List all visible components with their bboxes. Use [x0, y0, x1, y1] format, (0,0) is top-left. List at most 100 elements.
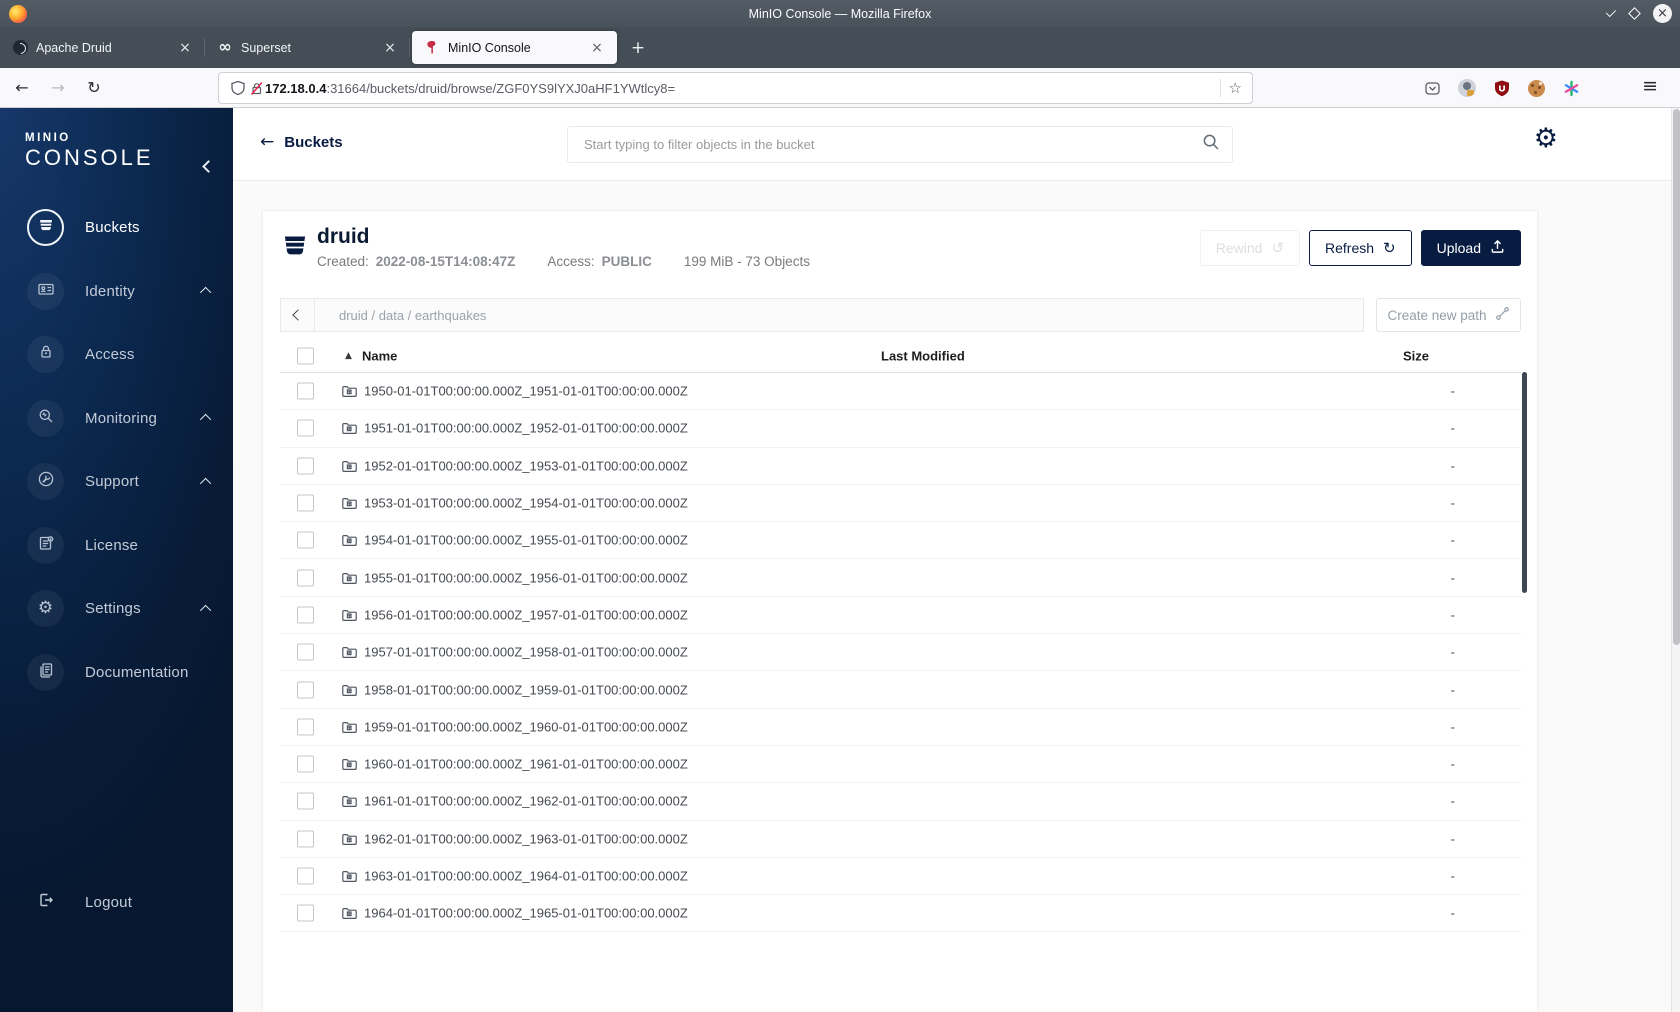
row-checkbox[interactable]: [297, 681, 314, 699]
table-row[interactable]: 1960-01-01T00:00:00.000Z_1961-01-01T00:0…: [280, 746, 1521, 784]
sidebar-item-access[interactable]: Access: [0, 323, 233, 387]
sidebar-item-identity[interactable]: Identity: [0, 260, 233, 324]
chevron-up-icon[interactable]: [199, 414, 212, 426]
column-header-size[interactable]: Size: [1403, 349, 1429, 364]
table-row[interactable]: 1957-01-01T00:00:00.000Z_1958-01-01T00:0…: [280, 634, 1521, 672]
page-scrollbar[interactable]: [1671, 108, 1680, 1012]
row-checkbox[interactable]: [297, 457, 314, 475]
window-close-icon[interactable]: ×: [1653, 4, 1672, 23]
row-checkbox[interactable]: [297, 606, 314, 624]
object-name[interactable]: 1951-01-01T00:00:00.000Z_1952-01-01T00:0…: [364, 421, 688, 436]
object-name[interactable]: 1958-01-01T00:00:00.000Z_1959-01-01T00:0…: [364, 682, 688, 697]
url-bar[interactable]: 172.18.0.4:31664/buckets/druid/browse/ZG…: [218, 72, 1253, 104]
tab-close-icon[interactable]: ×: [175, 38, 195, 58]
row-checkbox[interactable]: [297, 718, 314, 736]
table-row[interactable]: 1961-01-01T00:00:00.000Z_1962-01-01T00:0…: [280, 783, 1521, 821]
column-header-name[interactable]: Name: [362, 349, 397, 364]
cookie-icon[interactable]: [1528, 79, 1545, 97]
table-row[interactable]: 1953-01-01T00:00:00.000Z_1954-01-01T00:0…: [280, 485, 1521, 523]
tab-close-icon[interactable]: ×: [587, 38, 607, 58]
object-name[interactable]: 1962-01-01T00:00:00.000Z_1963-01-01T00:0…: [364, 831, 688, 846]
row-checkbox[interactable]: [297, 830, 314, 848]
table-row[interactable]: 1964-01-01T00:00:00.000Z_1965-01-01T00:0…: [280, 895, 1521, 933]
object-name[interactable]: 1964-01-01T00:00:00.000Z_1965-01-01T00:0…: [364, 906, 688, 921]
tab-superset[interactable]: ∞ Superset ×: [205, 27, 410, 68]
sidebar-item-support[interactable]: Support: [0, 450, 233, 514]
object-name[interactable]: 1956-01-01T00:00:00.000Z_1957-01-01T00:0…: [364, 607, 688, 622]
table-row[interactable]: 1954-01-01T00:00:00.000Z_1955-01-01T00:0…: [280, 522, 1521, 560]
row-checkbox[interactable]: [297, 569, 314, 587]
row-checkbox[interactable]: [297, 792, 314, 810]
tab-minio-console[interactable]: MinIO Console ×: [412, 31, 617, 64]
url-text[interactable]: 172.18.0.4:31664/buckets/druid/browse/ZG…: [265, 81, 1212, 96]
table-row[interactable]: 1950-01-01T00:00:00.000Z_1951-01-01T00:0…: [280, 373, 1521, 411]
new-tab-button[interactable]: +: [625, 35, 651, 61]
row-checkbox[interactable]: [297, 419, 314, 437]
chevron-up-icon[interactable]: [199, 477, 212, 489]
table-row[interactable]: 1963-01-01T00:00:00.000Z_1964-01-01T00:0…: [280, 858, 1521, 896]
tab-close-icon[interactable]: ×: [380, 38, 400, 58]
row-checkbox[interactable]: [297, 643, 314, 661]
wrench-icon: [37, 470, 55, 493]
window-maximize-icon[interactable]: [1628, 7, 1641, 20]
upload-button[interactable]: Upload: [1420, 230, 1521, 266]
object-name[interactable]: 1950-01-01T00:00:00.000Z_1951-01-01T00:0…: [364, 384, 688, 399]
object-name[interactable]: 1957-01-01T00:00:00.000Z_1958-01-01T00:0…: [364, 645, 688, 660]
object-filter-input[interactable]: [584, 137, 1202, 152]
account-icon[interactable]: [1458, 79, 1476, 97]
table-row[interactable]: 1956-01-01T00:00:00.000Z_1957-01-01T00:0…: [280, 597, 1521, 635]
bookmark-star-icon[interactable]: ☆: [1229, 79, 1242, 97]
table-scrollbar-thumb[interactable]: [1522, 372, 1527, 593]
menu-hamburger-icon[interactable]: ≡: [1642, 75, 1658, 97]
forward-button[interactable]: →: [44, 74, 72, 102]
object-name[interactable]: 1952-01-01T00:00:00.000Z_1953-01-01T00:0…: [364, 458, 688, 473]
window-minimize-icon[interactable]: [1605, 6, 1617, 18]
colorful-asterisk-icon[interactable]: [1562, 79, 1580, 97]
back-to-buckets[interactable]: ← Buckets: [260, 132, 343, 152]
sidebar-item-documentation[interactable]: Documentation: [0, 641, 233, 705]
table-row[interactable]: 1951-01-01T00:00:00.000Z_1952-01-01T00:0…: [280, 410, 1521, 448]
chevron-up-icon[interactable]: [199, 287, 212, 299]
object-name[interactable]: 1963-01-01T00:00:00.000Z_1964-01-01T00:0…: [364, 869, 688, 884]
select-all-checkbox[interactable]: [297, 347, 314, 365]
object-name[interactable]: 1955-01-01T00:00:00.000Z_1956-01-01T00:0…: [364, 570, 688, 585]
reload-button[interactable]: ↻: [80, 74, 108, 102]
table-row[interactable]: 1952-01-01T00:00:00.000Z_1953-01-01T00:0…: [280, 448, 1521, 485]
sidebar-item-license[interactable]: License: [0, 514, 233, 578]
row-checkbox[interactable]: [297, 904, 314, 922]
tracking-shield-icon[interactable]: [229, 79, 247, 97]
back-button[interactable]: ←: [8, 74, 36, 102]
sidebar-item-monitoring[interactable]: Monitoring: [0, 387, 233, 451]
row-checkbox[interactable]: [297, 755, 314, 773]
settings-gear-icon[interactable]: ⚙: [1534, 125, 1558, 152]
object-name[interactable]: 1959-01-01T00:00:00.000Z_1960-01-01T00:0…: [364, 719, 688, 734]
ublock-shield-icon[interactable]: [1493, 79, 1511, 97]
table-row[interactable]: 1959-01-01T00:00:00.000Z_1960-01-01T00:0…: [280, 709, 1521, 746]
tab-apache-druid[interactable]: Apache Druid ×: [0, 27, 205, 68]
rewind-button[interactable]: Rewind ↺: [1199, 230, 1301, 266]
refresh-button[interactable]: Refresh ↻: [1309, 230, 1412, 266]
row-checkbox[interactable]: [297, 867, 314, 885]
object-name[interactable]: 1954-01-01T00:00:00.000Z_1955-01-01T00:0…: [364, 533, 688, 548]
table-row[interactable]: 1958-01-01T00:00:00.000Z_1959-01-01T00:0…: [280, 671, 1521, 709]
breadcrumb[interactable]: druid / data / earthquakes: [339, 308, 486, 323]
path-back-button[interactable]: [281, 299, 315, 331]
row-checkbox[interactable]: [297, 494, 314, 512]
sidebar-item-buckets[interactable]: Buckets: [0, 196, 233, 260]
object-name[interactable]: 1953-01-01T00:00:00.000Z_1954-01-01T00:0…: [364, 496, 688, 511]
object-name[interactable]: 1961-01-01T00:00:00.000Z_1962-01-01T00:0…: [364, 794, 688, 809]
create-new-path-button[interactable]: Create new path: [1376, 298, 1521, 332]
sidebar-item-settings[interactable]: ⚙ Settings: [0, 577, 233, 641]
column-header-last-modified[interactable]: Last Modified: [881, 349, 965, 364]
page-scrollbar-thumb[interactable]: [1673, 109, 1680, 645]
table-row[interactable]: 1955-01-01T00:00:00.000Z_1956-01-01T00:0…: [280, 559, 1521, 597]
chevron-up-icon[interactable]: [199, 604, 212, 616]
insecure-lock-icon[interactable]: [247, 79, 265, 97]
row-checkbox[interactable]: [297, 531, 314, 549]
object-size: -: [1450, 607, 1455, 623]
object-name[interactable]: 1960-01-01T00:00:00.000Z_1961-01-01T00:0…: [364, 757, 688, 772]
pocket-icon[interactable]: [1423, 79, 1441, 97]
table-row[interactable]: 1962-01-01T00:00:00.000Z_1963-01-01T00:0…: [280, 821, 1521, 858]
row-checkbox[interactable]: [297, 382, 314, 400]
sidebar-item-logout[interactable]: Logout: [0, 871, 233, 935]
